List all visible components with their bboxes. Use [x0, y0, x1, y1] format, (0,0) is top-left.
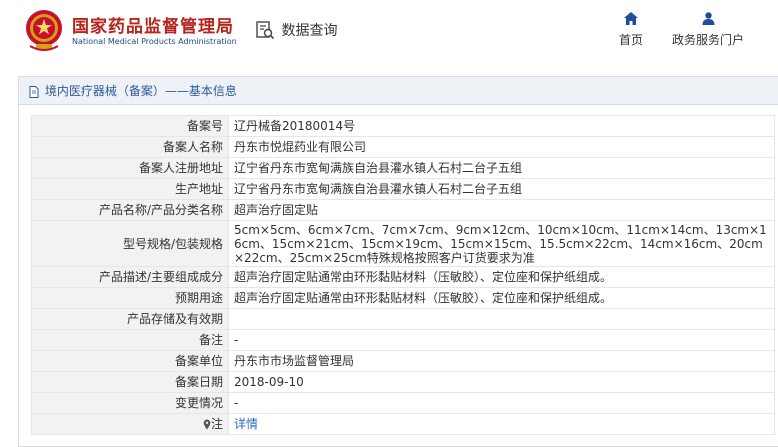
field-value: - — [228, 392, 775, 414]
national-emblem-icon — [26, 10, 62, 51]
data-query-link[interactable]: 数据查询 — [255, 20, 337, 40]
agency-name-cn: 国家药品监督管理局 — [72, 17, 234, 37]
table-row: 变更情况 - — [31, 392, 775, 414]
field-value: 5cm×5cm、6cm×7cm、7cm×7cm、9cm×12cm、10cm×10… — [228, 220, 775, 267]
table-row: 备案单位 丹东市市场监督管理局 — [31, 350, 775, 372]
table-row: 产品描述/主要组成成分 超声治疗固定贴通常由环形黏贴材料（压敏胶）、定位座和保护… — [31, 266, 775, 288]
field-label: 备案号 — [31, 115, 229, 137]
field-label: 生产地址 — [31, 178, 229, 200]
breadcrumb: 境内医疗器械（备案）——基本信息 — [19, 77, 778, 105]
user-icon — [702, 12, 714, 25]
field-value: 辽宁省丹东市宽甸满族自治县灌水镇人石村二台子五组 — [228, 157, 775, 179]
field-value: - — [228, 329, 775, 351]
table-row: 备注 - — [31, 329, 775, 351]
field-value: 超声治疗固定贴通常由环形黏贴材料（压敏胶）、定位座和保护纸组成。 — [228, 287, 775, 309]
details-link[interactable]: 详情 — [234, 417, 258, 431]
note-label-cell: 注 — [31, 413, 229, 435]
table-row: 注 详情 — [31, 413, 775, 435]
field-value: 2018-09-10 — [228, 371, 775, 393]
field-label: 备案人注册地址 — [31, 157, 229, 179]
field-label: 注 — [210, 417, 223, 431]
table-row: 产品存储及有效期 — [31, 308, 775, 330]
field-label: 产品存储及有效期 — [31, 308, 229, 330]
field-value: 辽宁省丹东市宽甸满族自治县灌水镇人石村二台子五组 — [228, 178, 775, 200]
data-query-label: 数据查询 — [281, 23, 338, 39]
field-label: 产品描述/主要组成成分 — [31, 266, 229, 288]
table-row: 备案人名称 丹东市悦焜药业有限公司 — [31, 136, 775, 158]
home-icon — [624, 12, 638, 25]
agency-name-en: National Medical Products Administration — [72, 37, 237, 46]
field-value — [228, 308, 775, 330]
nav-home[interactable]: 首页 — [615, 12, 647, 48]
nav-home-label: 首页 — [618, 33, 643, 47]
table-row: 预期用途 超声治疗固定贴通常由环形黏贴材料（压敏胶）、定位座和保护纸组成。 — [31, 287, 775, 309]
table-row: 备案日期 2018-09-10 — [31, 371, 775, 393]
document-icon — [29, 85, 39, 98]
field-value: 超声治疗固定贴通常由环形黏贴材料（压敏胶）、定位座和保护纸组成。 — [228, 266, 775, 288]
field-label: 产品名称/产品分类名称 — [31, 199, 229, 221]
table-row: 备案人注册地址 辽宁省丹东市宽甸满族自治县灌水镇人石村二台子五组 — [31, 157, 775, 179]
table-row: 备案号 辽丹械备20180014号 — [31, 115, 775, 137]
field-label: 预期用途 — [31, 287, 229, 309]
nav-gov-label: 政务服务门户 — [671, 33, 744, 47]
breadcrumb-text: 境内医疗器械（备案）——基本信息 — [44, 84, 237, 98]
field-label: 备注 — [31, 329, 229, 351]
table-row: 型号规格/包装规格 5cm×5cm、6cm×7cm、7cm×7cm、9cm×12… — [31, 220, 775, 267]
site-header: 国家药品监督管理局 National Medical Products Admi… — [0, 0, 778, 66]
nav-gov-portal[interactable]: 政务服务门户 — [668, 12, 748, 48]
field-label: 备案单位 — [31, 350, 229, 372]
detail-panel: 境内医疗器械（备案）——基本信息 备案号 辽丹械备20180014号 备案人名称… — [18, 76, 778, 447]
record-table: 备案号 辽丹械备20180014号 备案人名称 丹东市悦焜药业有限公司 备案人注… — [31, 115, 775, 435]
field-label: 变更情况 — [31, 392, 229, 414]
field-value: 详情 — [228, 413, 775, 435]
field-value: 丹东市悦焜药业有限公司 — [228, 136, 775, 158]
table-row: 生产地址 辽宁省丹东市宽甸满族自治县灌水镇人石村二台子五组 — [31, 178, 775, 200]
query-icon — [256, 21, 275, 40]
field-value: 丹东市市场监督管理局 — [228, 350, 775, 372]
field-value: 辽丹械备20180014号 — [228, 115, 775, 137]
field-label: 备案日期 — [31, 371, 229, 393]
pin-icon — [203, 419, 211, 430]
field-label: 备案人名称 — [31, 136, 229, 158]
table-row: 产品名称/产品分类名称 超声治疗固定贴 — [31, 199, 775, 221]
field-label: 型号规格/包装规格 — [31, 220, 229, 267]
field-value: 超声治疗固定贴 — [228, 199, 775, 221]
